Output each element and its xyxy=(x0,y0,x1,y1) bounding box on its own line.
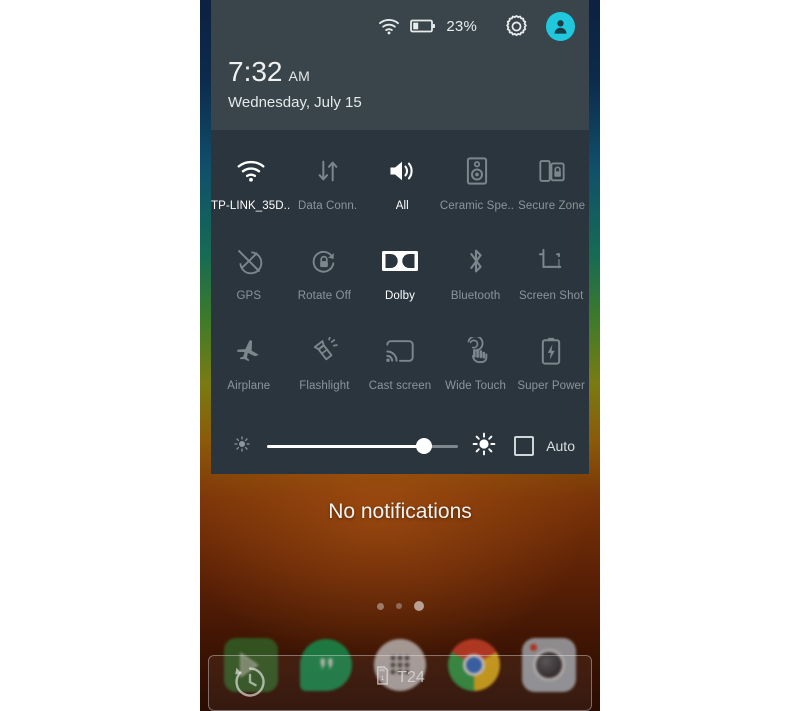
tile-screenshot[interactable]: Screen Shot xyxy=(513,232,589,322)
dolby-icon xyxy=(381,242,419,280)
tile-data-connection[interactable]: Data Conn. xyxy=(290,142,365,232)
tile-label: Super Power xyxy=(517,380,585,392)
brightness-slider-fill xyxy=(267,444,424,448)
wide-touch-icon xyxy=(461,332,491,370)
tile-label: Bluetooth xyxy=(450,290,501,302)
capture-storage-indicator: 1 T24 xyxy=(200,666,600,690)
secure-zone-icon xyxy=(538,152,566,190)
home-page-indicator xyxy=(200,601,600,611)
notification-shade-panel: 23% 7:32 AM Wednesday, July 15 TP-LINK_3… xyxy=(211,0,589,478)
tile-label: Cast screen xyxy=(368,380,432,392)
empty-notifications-message: No notifications xyxy=(328,500,472,523)
auto-brightness-checkbox[interactable] xyxy=(514,436,535,456)
quick-settings-row: GPS Rotate Off Dolby Bluetooth Screen Sh… xyxy=(211,232,589,322)
page-dot-active[interactable] xyxy=(413,601,424,611)
page-dot[interactable] xyxy=(395,603,402,609)
brightness-slider[interactable] xyxy=(267,438,459,454)
clock-block[interactable]: 7:32 AM Wednesday, July 15 xyxy=(211,52,589,111)
tile-wifi[interactable]: TP-LINK_35D.. xyxy=(211,142,290,232)
tile-airplane[interactable]: Airplane xyxy=(211,322,287,412)
tile-bluetooth[interactable]: Bluetooth xyxy=(438,232,514,322)
user-avatar-icon[interactable] xyxy=(546,11,575,41)
tile-cast-screen[interactable]: Cast screen xyxy=(362,322,438,412)
status-bar: 23% xyxy=(211,0,589,52)
battery-percent-label: 23% xyxy=(446,17,477,35)
tile-rotate[interactable]: Rotate Off xyxy=(287,232,363,322)
tile-label: Screen Shot xyxy=(518,290,584,302)
tile-ceramic-speaker[interactable]: Ceramic Spe.. xyxy=(440,142,515,232)
tile-label: Rotate Off xyxy=(297,290,351,302)
tile-label: Data Conn. xyxy=(298,200,358,212)
tile-label: All xyxy=(395,200,409,212)
quick-settings-grid: TP-LINK_35D.. Data Conn. All Ceramic Spe… xyxy=(211,130,589,418)
gear-icon[interactable] xyxy=(503,13,530,40)
auto-brightness-label: Auto xyxy=(546,438,575,454)
gps-off-icon xyxy=(235,242,263,280)
svg-text:1: 1 xyxy=(381,675,385,682)
tile-label: Secure Zone xyxy=(518,200,586,212)
phone-viewport: 1 T24 No notifications 23% 7:32 AM Wedne… xyxy=(200,0,600,711)
airplane-icon xyxy=(235,332,263,370)
brightness-low-icon[interactable] xyxy=(233,435,251,458)
screenshot-crop-icon xyxy=(537,242,565,280)
tile-label: Dolby xyxy=(385,290,415,302)
tile-wide-touch[interactable]: Wide Touch xyxy=(438,322,514,412)
brightness-control-row: Auto xyxy=(211,418,589,474)
tile-label: Airplane xyxy=(227,380,271,392)
rotation-lock-icon xyxy=(310,242,338,280)
cast-screen-icon xyxy=(385,332,415,370)
tile-gps[interactable]: GPS xyxy=(211,232,287,322)
tile-secure-zone[interactable]: Secure Zone xyxy=(514,142,589,232)
tile-volume[interactable]: All xyxy=(365,142,440,232)
tile-flashlight[interactable]: Flashlight xyxy=(287,322,363,412)
tile-label: Flashlight xyxy=(299,380,350,392)
clock-date: Wednesday, July 15 xyxy=(228,94,362,111)
data-transfer-icon xyxy=(314,152,342,190)
clock-time: 7:32 xyxy=(228,56,283,87)
tile-dolby[interactable]: Dolby xyxy=(362,232,438,322)
tile-label: TP-LINK_35D.. xyxy=(211,200,291,212)
shade-header: 23% 7:32 AM Wednesday, July 15 xyxy=(211,0,589,130)
tile-super-power[interactable]: Super Power xyxy=(513,322,589,412)
clock-ampm: AM xyxy=(288,68,311,84)
camera-led-icon xyxy=(529,644,537,651)
ceramic-speaker-icon xyxy=(466,152,488,190)
tile-label: Wide Touch xyxy=(445,380,507,392)
bluetooth-icon xyxy=(463,242,489,280)
brightness-high-icon[interactable] xyxy=(472,432,496,461)
capture-storage-label: T24 xyxy=(397,669,425,686)
sd-card-icon: 1 xyxy=(375,666,390,690)
wifi-icon xyxy=(378,18,400,35)
page-dot[interactable] xyxy=(376,602,384,610)
battery-low-icon xyxy=(410,19,436,33)
tile-label: Ceramic Spe.. xyxy=(439,200,515,212)
tile-label: GPS xyxy=(236,290,262,302)
super-power-battery-icon xyxy=(540,332,562,370)
screenshot-canvas: 1 T24 No notifications 23% 7:32 AM Wedne… xyxy=(0,0,800,711)
brightness-slider-thumb[interactable] xyxy=(415,438,432,454)
volume-on-icon xyxy=(387,152,417,190)
flashlight-icon xyxy=(310,332,339,370)
quick-settings-row: Airplane Flashlight Cast screen Wide Tou… xyxy=(211,322,589,412)
clock-row: 7:32 AM xyxy=(228,56,589,88)
quick-settings-row: TP-LINK_35D.. Data Conn. All Ceramic Spe… xyxy=(211,142,589,232)
wifi-icon xyxy=(236,152,266,190)
